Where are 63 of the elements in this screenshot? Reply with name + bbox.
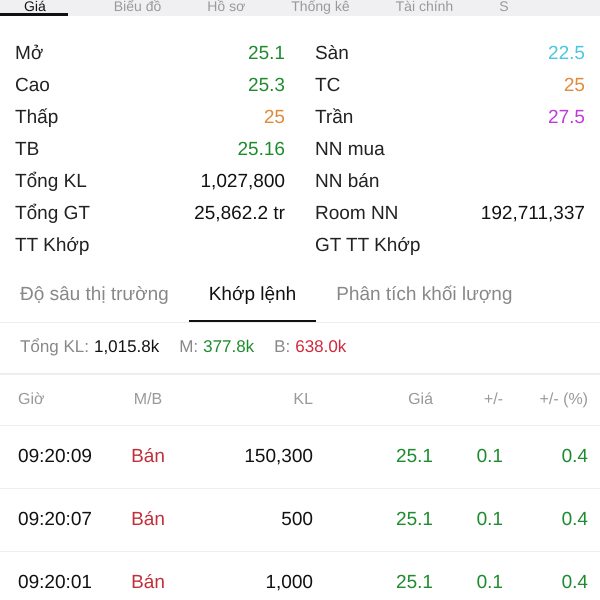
stat-label: TC [315, 75, 340, 97]
table-cell-text: 0.4 [560, 446, 588, 468]
table-cell-text: 0.4 [560, 509, 588, 531]
table-cell-text: 25.1 [395, 509, 433, 531]
stat-label: NN bán [315, 171, 380, 193]
stat-value: 22.5 [548, 43, 585, 65]
summary-value: 638.0k [295, 337, 346, 357]
stat-label: Cao [15, 75, 50, 97]
top-tab[interactable]: Thống kê [291, 0, 350, 16]
stat-label: Room NN [315, 203, 398, 225]
table-cell-text: 09:20:09 [18, 446, 93, 468]
table-cell-text: 0.1 [476, 572, 503, 594]
table-cell-text: 150,300 [243, 446, 313, 468]
stat-label: TB [15, 139, 40, 161]
stat-value: 25 [564, 75, 585, 97]
table-cell-text: 1,000 [264, 572, 313, 594]
table-cell-text: 500 [280, 509, 313, 531]
stat-value: 192,711,337 [480, 203, 585, 225]
table-cell-text: 25.1 [395, 446, 433, 468]
stat-value: 25.1 [248, 43, 285, 65]
top-tab[interactable]: S [499, 0, 509, 16]
table-cell-text: 0.1 [476, 509, 503, 531]
sub-tab[interactable]: Phân tích khối lượng [316, 276, 532, 322]
column-header: Giá [407, 391, 433, 409]
table-cell-text: 0.1 [476, 446, 503, 468]
stat-value: 25 [264, 107, 285, 129]
stat-label: Mở [15, 43, 44, 65]
column-header: KL [292, 391, 313, 409]
summary-label: B: [274, 337, 290, 357]
stat-label: Sàn [315, 43, 349, 65]
stat-label: Thấp [15, 107, 58, 129]
stat-value: 27.5 [548, 107, 585, 129]
stat-label: NN mua [315, 139, 385, 161]
top-tab[interactable]: Hồ sơ [207, 0, 246, 16]
stat-value: 25,862.2 tr [194, 203, 285, 225]
table-cell-text: Bán [130, 509, 166, 531]
table-cell-text: 0.4 [560, 572, 588, 594]
stat-label: TT Khớp [15, 235, 90, 257]
sub-tab[interactable]: Khớp lệnh [188, 276, 316, 322]
column-header: Giờ [18, 391, 46, 409]
table-cell-text: Bán [130, 446, 166, 468]
summary-value: 1,015.8k [94, 337, 160, 357]
table-cell-text: 09:20:01 [18, 572, 93, 594]
summary-label: Tổng KL: [20, 337, 89, 357]
top-tab[interactable]: Biểu đồ [114, 0, 162, 16]
top-tab[interactable]: Giá [0, 0, 68, 16]
summary-value: 377.8k [203, 337, 254, 357]
stat-value: 25.3 [248, 75, 285, 97]
column-header: +/- [482, 391, 503, 409]
column-header: +/- (%) [538, 391, 588, 409]
table-cell-text: 25.1 [395, 572, 433, 594]
stat-label: Tổng GT [15, 203, 90, 225]
table-cell-text: Bán [130, 572, 166, 594]
column-header: M/B [132, 391, 164, 409]
summary-label: M: [179, 337, 198, 357]
stat-value: 25.16 [237, 139, 285, 161]
stat-label: Trần [315, 107, 354, 129]
stat-label: Tổng KL [15, 171, 87, 193]
stat-label: GT TT Khớp [315, 235, 420, 257]
stat-value: 1,027,800 [200, 171, 285, 193]
sub-tab[interactable]: Độ sâu thị trường [20, 276, 189, 322]
top-tab[interactable]: Tài chính [396, 0, 454, 16]
table-cell-text: 09:20:07 [18, 509, 93, 531]
